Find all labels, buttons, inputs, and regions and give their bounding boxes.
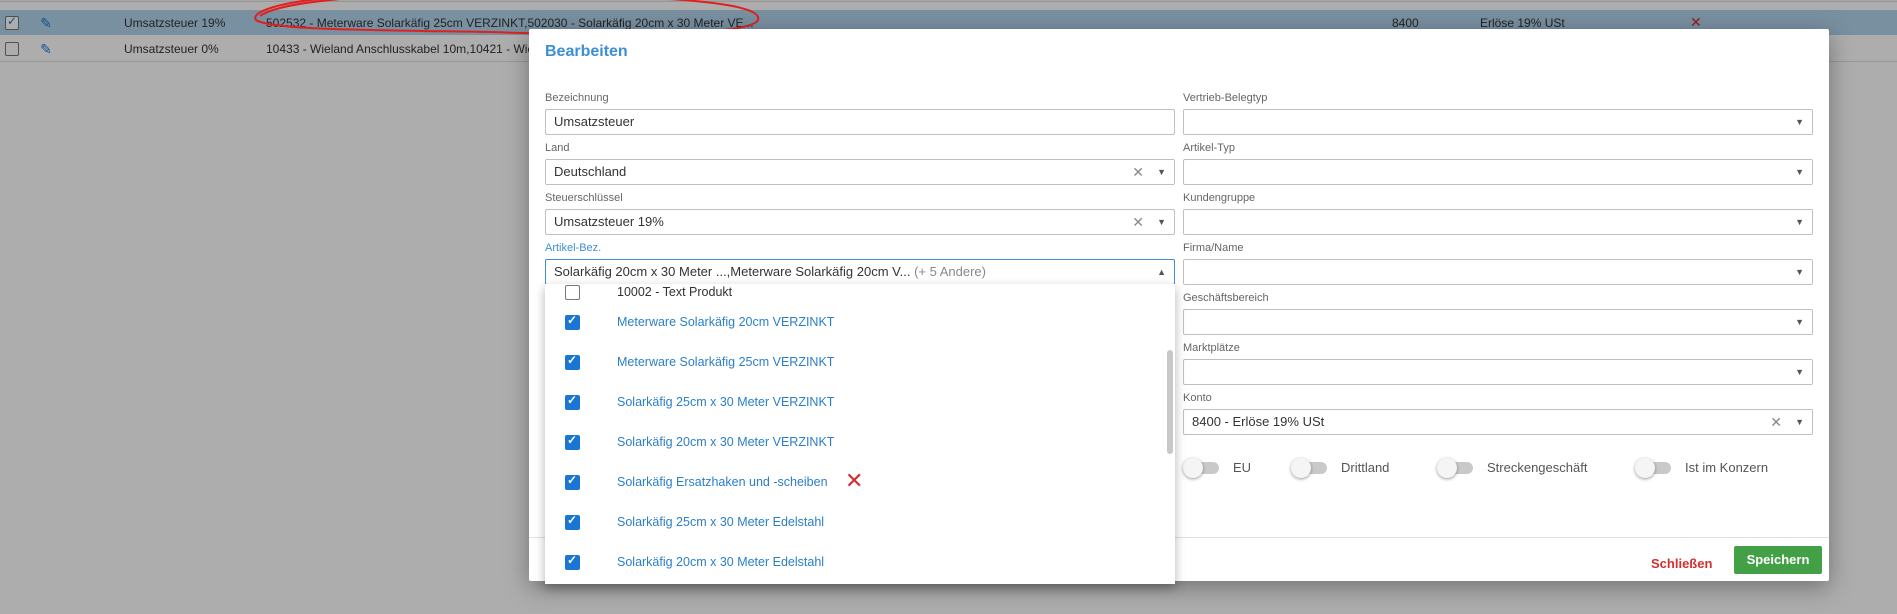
marktplaetze-select[interactable]: ▼ <box>1183 359 1813 385</box>
toggle-drittland[interactable]: Drittland <box>1291 457 1390 478</box>
toggle-eu[interactable]: EU <box>1183 457 1252 478</box>
toggle-label: Drittland <box>1341 460 1390 475</box>
list-item-label: Solarkäfig 20cm x 30 Meter Edelstahl <box>617 555 825 569</box>
checkbox-icon[interactable] <box>565 393 580 410</box>
checkbox-icon[interactable] <box>565 353 580 370</box>
save-button[interactable]: Speichern <box>1734 546 1822 574</box>
caret-down-icon[interactable]: ▼ <box>1157 210 1166 234</box>
artikel-bez-more: (+ 5 Andere) <box>914 264 986 279</box>
dropdown-scrollbar[interactable] <box>1167 350 1173 454</box>
checkbox-icon[interactable] <box>565 473 580 490</box>
artikel-dropdown-list[interactable]: 10002 - Text Produkt Meterware Solarkäfi… <box>545 284 1175 584</box>
caret-down-icon[interactable]: ▼ <box>1795 310 1804 334</box>
checkbox-icon[interactable] <box>565 313 580 330</box>
toggle-label: EU <box>1233 460 1252 475</box>
bezeichnung-label: Bezeichnung <box>545 92 609 104</box>
kundengruppe-field: Kundengruppe ▼ <box>1183 191 1813 235</box>
caret-down-icon[interactable]: ▼ <box>1795 110 1804 134</box>
toggle-track[interactable] <box>1291 457 1327 478</box>
firma-name-label: Firma/Name <box>1183 242 1244 254</box>
dialog-title: Bearbeiten <box>545 43 628 60</box>
toggle-konzern[interactable]: Ist im Konzern <box>1635 457 1769 478</box>
toggle-knob[interactable] <box>1437 457 1457 478</box>
geschaeftsbereich-select[interactable]: ▼ <box>1183 309 1813 335</box>
toggle-track[interactable] <box>1635 457 1671 478</box>
steuerschluessel-value: Umsatzsteuer 19% <box>554 214 664 229</box>
artikel-bez-value: Solarkäfig 20cm x 30 Meter ...,Meterware… <box>554 264 911 279</box>
list-item-label: Solarkäfig 25cm x 30 Meter VERZINKT <box>617 395 835 409</box>
marktplaetze-field: Marktplätze ▼ <box>1183 341 1813 385</box>
artikel-typ-select[interactable]: ▼ <box>1183 159 1813 185</box>
artikel-bez-select[interactable]: Solarkäfig 20cm x 30 Meter ...,Meterware… <box>545 259 1175 285</box>
artikel-bez-field: Artikel-Bez. Solarkäfig 20cm x 30 Meter … <box>545 241 1175 285</box>
checkbox-icon[interactable] <box>565 284 580 300</box>
vertrieb-belegtyp-field: Vertrieb-Belegtyp ▼ <box>1183 91 1813 135</box>
caret-down-icon[interactable]: ▼ <box>1795 260 1804 284</box>
konto-label: Konto <box>1183 392 1212 404</box>
toggle-label: Streckengeschäft <box>1487 460 1588 475</box>
caret-down-icon[interactable]: ▼ <box>1795 360 1804 384</box>
steuerschluessel-label: Steuerschlüssel <box>545 192 623 204</box>
bezeichnung-value: Umsatzsteuer <box>554 114 635 129</box>
list-item[interactable]: Solarkäfig 20cm x 30 Meter Edelstahl <box>545 542 1165 582</box>
geschaeftsbereich-field: Geschäftsbereich ▼ <box>1183 291 1813 335</box>
toggle-track[interactable] <box>1437 457 1473 478</box>
steuerschluessel-field: Steuerschlüssel Umsatzsteuer 19% ✕ ▼ <box>545 191 1175 235</box>
list-item-label: Solarkäfig 25cm x 30 Meter Edelstahl <box>617 515 825 529</box>
list-item-label: Meterware Solarkäfig 25cm VERZINKT <box>617 355 835 369</box>
close-icon[interactable]: ✕ <box>1132 210 1144 234</box>
artikel-typ-label: Artikel-Typ <box>1183 142 1235 154</box>
caret-down-icon[interactable]: ▼ <box>1795 160 1804 184</box>
bezeichnung-field: Bezeichnung Umsatzsteuer <box>545 91 1175 135</box>
toggle-row: EU Drittland Streckengeschäft Ist im Kon… <box>1183 457 1813 482</box>
konto-field: Konto 8400 - Erlöse 19% USt ✕ ▼ <box>1183 391 1813 435</box>
checkbox-icon[interactable] <box>565 513 580 530</box>
konto-select[interactable]: 8400 - Erlöse 19% USt ✕ ▼ <box>1183 409 1813 435</box>
list-item[interactable]: Solarkäfig 20cm x 30 Meter VERZINKT <box>545 422 1165 462</box>
marktplaetze-label: Marktplätze <box>1183 342 1240 354</box>
caret-down-icon[interactable]: ▼ <box>1157 160 1166 184</box>
close-icon[interactable]: ✕ <box>1770 410 1782 434</box>
artikel-bez-label: Artikel-Bez. <box>545 242 602 254</box>
bezeichnung-input[interactable]: Umsatzsteuer <box>545 109 1175 135</box>
vertrieb-belegtyp-label: Vertrieb-Belegtyp <box>1183 92 1268 104</box>
red-x-annotation-icon: ✕ <box>845 468 864 493</box>
close-icon[interactable]: ✕ <box>1132 160 1144 184</box>
firma-name-select[interactable]: ▼ <box>1183 259 1813 285</box>
kundengruppe-label: Kundengruppe <box>1183 192 1256 204</box>
toggle-knob[interactable] <box>1183 457 1203 478</box>
toggle-track[interactable] <box>1183 457 1219 478</box>
list-item-label: Solarkäfig 20cm x 30 Meter VERZINKT <box>617 435 835 449</box>
konto-value: 8400 - Erlöse 19% USt <box>1192 414 1325 429</box>
artikel-typ-field: Artikel-Typ ▼ <box>1183 141 1813 185</box>
edit-dialog: Bearbeiten Bezeichnung Umsatzsteuer Land… <box>529 29 1829 584</box>
land-value: Deutschland <box>554 164 627 179</box>
land-label: Land <box>545 142 570 154</box>
land-field: Land Deutschland ✕ ▼ <box>545 141 1175 185</box>
list-item[interactable]: Solarkäfig 25cm x 30 Meter Edelstahl <box>545 502 1165 542</box>
kundengruppe-select[interactable]: ▼ <box>1183 209 1813 235</box>
close-button[interactable]: Schließen <box>1651 550 1712 578</box>
list-item[interactable]: Solarkäfig 25cm x 30 Meter VERZINKT <box>545 382 1165 422</box>
caret-up-icon[interactable]: ▲ <box>1157 260 1166 284</box>
toggle-streckengeschaeft[interactable]: Streckengeschäft <box>1437 457 1588 478</box>
caret-down-icon[interactable]: ▼ <box>1795 410 1804 434</box>
geschaeftsbereich-label: Geschäftsbereich <box>1183 292 1269 304</box>
checkbox-icon[interactable] <box>565 433 580 450</box>
vertrieb-belegtyp-select[interactable]: ▼ <box>1183 109 1813 135</box>
list-item[interactable]: Solarkäfig Ersatzhaken und -scheiben ✕ <box>545 462 1165 502</box>
toggle-knob[interactable] <box>1635 457 1655 478</box>
checkbox-icon[interactable] <box>565 553 580 570</box>
list-item[interactable]: Meterware Solarkäfig 20cm VERZINKT <box>545 302 1165 342</box>
steuerschluessel-select[interactable]: Umsatzsteuer 19% ✕ ▼ <box>545 209 1175 235</box>
list-item-label: 10002 - Text Produkt <box>617 285 733 299</box>
toggle-label: Ist im Konzern <box>1685 460 1769 475</box>
firma-name-field: Firma/Name ▼ <box>1183 241 1813 285</box>
list-item[interactable]: Meterware Solarkäfig 25cm VERZINKT <box>545 342 1165 382</box>
caret-down-icon[interactable]: ▼ <box>1795 210 1804 234</box>
list-item-label: Meterware Solarkäfig 20cm VERZINKT <box>617 315 835 329</box>
list-item-label: Solarkäfig Ersatzhaken und -scheiben <box>617 475 828 489</box>
toggle-knob[interactable] <box>1291 457 1311 478</box>
land-select[interactable]: Deutschland ✕ ▼ <box>545 159 1175 185</box>
